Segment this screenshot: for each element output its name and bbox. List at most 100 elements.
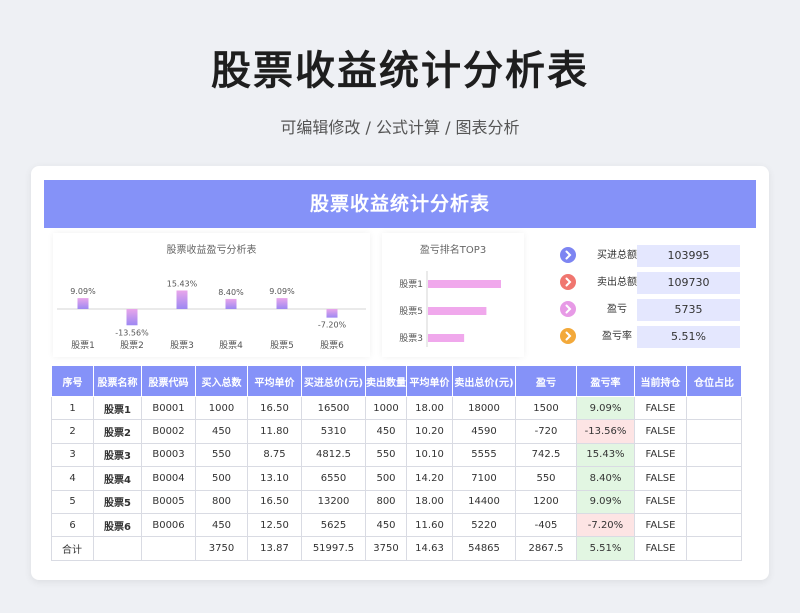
col-header[interactable]: 平均单价 — [406, 365, 453, 397]
table-cell[interactable]: 8.75 — [247, 442, 302, 468]
table-cell[interactable]: 15.43% — [576, 442, 635, 468]
table-cell[interactable]: 股票4 — [93, 466, 142, 491]
table-cell[interactable]: FALSE — [634, 419, 687, 444]
col-header[interactable]: 仓位占比 — [686, 365, 742, 397]
table-cell[interactable]: 5555 — [452, 442, 516, 468]
table-cell[interactable]: 11.80 — [247, 419, 302, 444]
table-cell[interactable]: 5220 — [452, 512, 516, 538]
table-cell[interactable]: 800 — [365, 489, 407, 514]
table-cell[interactable]: 股票5 — [93, 489, 142, 514]
table-cell[interactable]: 3750 — [195, 536, 248, 561]
table-cell[interactable]: 3750 — [365, 536, 407, 561]
table-cell[interactable]: 9.09% — [576, 395, 635, 421]
table-cell[interactable]: FALSE — [634, 442, 687, 468]
col-header[interactable]: 卖出数量 — [365, 365, 407, 397]
table-cell[interactable]: B0004 — [141, 466, 196, 491]
table-cell[interactable]: B0005 — [141, 489, 196, 514]
table-cell[interactable]: 股票6 — [93, 512, 142, 538]
table-cell[interactable]: 16.50 — [247, 489, 302, 514]
table-cell[interactable] — [141, 536, 196, 561]
table-cell[interactable]: -7.20% — [576, 512, 635, 538]
table-cell[interactable]: 12.50 — [247, 512, 302, 538]
table-cell[interactable]: 500 — [365, 466, 407, 491]
col-header[interactable]: 平均单价 — [247, 365, 302, 397]
table-cell[interactable]: 11.60 — [406, 512, 453, 538]
table-cell[interactable]: 合计 — [51, 536, 94, 561]
col-header[interactable]: 买进总价(元) — [301, 365, 366, 397]
table-cell[interactable]: 550 — [515, 466, 577, 491]
table-cell[interactable]: -13.56% — [576, 419, 635, 444]
table-cell[interactable]: 14400 — [452, 489, 516, 514]
table-cell[interactable]: 18.00 — [406, 489, 453, 514]
table-cell[interactable]: 5 — [51, 489, 94, 514]
table-cell[interactable]: 9.09% — [576, 489, 635, 514]
table-cell[interactable] — [686, 419, 742, 444]
table-cell[interactable]: 1 — [51, 395, 94, 421]
table-cell[interactable]: 550 — [365, 442, 407, 468]
table-cell[interactable]: 13200 — [301, 489, 366, 514]
table-cell[interactable]: 6 — [51, 512, 94, 538]
table-cell[interactable]: FALSE — [634, 489, 687, 514]
table-cell[interactable]: 13.87 — [247, 536, 302, 561]
table-cell[interactable]: B0002 — [141, 419, 196, 444]
col-header[interactable]: 买入总数 — [195, 365, 248, 397]
table-cell[interactable]: 18.00 — [406, 395, 453, 421]
table-cell[interactable]: 8.40% — [576, 466, 635, 491]
table-cell[interactable]: 800 — [195, 489, 248, 514]
table-cell[interactable]: 2867.5 — [515, 536, 577, 561]
table-cell[interactable]: 18000 — [452, 395, 516, 421]
table-cell[interactable]: 5310 — [301, 419, 366, 444]
table-cell[interactable]: 500 — [195, 466, 248, 491]
table-cell[interactable]: 54865 — [452, 536, 516, 561]
table-cell[interactable] — [686, 489, 742, 514]
table-cell[interactable]: 450 — [365, 419, 407, 444]
col-header[interactable]: 盈亏率 — [576, 365, 635, 397]
table-cell[interactable]: 股票1 — [93, 395, 142, 421]
table-cell[interactable]: B0006 — [141, 512, 196, 538]
table-cell[interactable] — [686, 395, 742, 421]
table-cell[interactable]: 16.50 — [247, 395, 302, 421]
col-header[interactable]: 当前持仓 — [634, 365, 687, 397]
col-header[interactable]: 序号 — [51, 365, 94, 397]
table-cell[interactable]: 450 — [195, 419, 248, 444]
table-cell[interactable]: 股票2 — [93, 419, 142, 444]
col-header[interactable]: 股票代码 — [141, 365, 196, 397]
table-cell[interactable]: 1200 — [515, 489, 577, 514]
table-cell[interactable]: 14.20 — [406, 466, 453, 491]
table-cell[interactable] — [686, 466, 742, 491]
table-cell[interactable]: 13.10 — [247, 466, 302, 491]
table-cell[interactable]: 1500 — [515, 395, 577, 421]
table-cell[interactable]: 4 — [51, 466, 94, 491]
table-cell[interactable]: FALSE — [634, 536, 687, 561]
table-cell[interactable]: 10.20 — [406, 419, 453, 444]
table-cell[interactable]: 550 — [195, 442, 248, 468]
table-cell[interactable]: 51997.5 — [301, 536, 366, 561]
table-cell[interactable] — [93, 536, 142, 561]
table-cell[interactable]: 股票3 — [93, 442, 142, 468]
table-cell[interactable]: 450 — [195, 512, 248, 538]
table-cell[interactable]: FALSE — [634, 395, 687, 421]
table-cell[interactable]: 742.5 — [515, 442, 577, 468]
table-cell[interactable]: FALSE — [634, 512, 687, 538]
table-cell[interactable]: 4812.5 — [301, 442, 366, 468]
table-cell[interactable]: 4590 — [452, 419, 516, 444]
table-cell[interactable]: B0003 — [141, 442, 196, 468]
table-cell[interactable]: 2 — [51, 419, 94, 444]
col-header[interactable]: 卖出总价(元) — [452, 365, 516, 397]
table-cell[interactable]: 3 — [51, 442, 94, 468]
table-cell[interactable] — [686, 512, 742, 538]
table-cell[interactable]: -720 — [515, 419, 577, 444]
table-cell[interactable]: 7100 — [452, 466, 516, 491]
table-cell[interactable]: 14.63 — [406, 536, 453, 561]
table-cell[interactable]: 6550 — [301, 466, 366, 491]
table-cell[interactable]: B0001 — [141, 395, 196, 421]
table-cell[interactable]: 450 — [365, 512, 407, 538]
table-cell[interactable]: 5.51% — [576, 536, 635, 561]
table-cell[interactable] — [686, 536, 742, 561]
col-header[interactable]: 股票名称 — [93, 365, 142, 397]
table-cell[interactable]: FALSE — [634, 466, 687, 491]
table-cell[interactable]: 1000 — [365, 395, 407, 421]
table-cell[interactable]: -405 — [515, 512, 577, 538]
table-cell[interactable] — [686, 442, 742, 468]
table-cell[interactable]: 16500 — [301, 395, 366, 421]
